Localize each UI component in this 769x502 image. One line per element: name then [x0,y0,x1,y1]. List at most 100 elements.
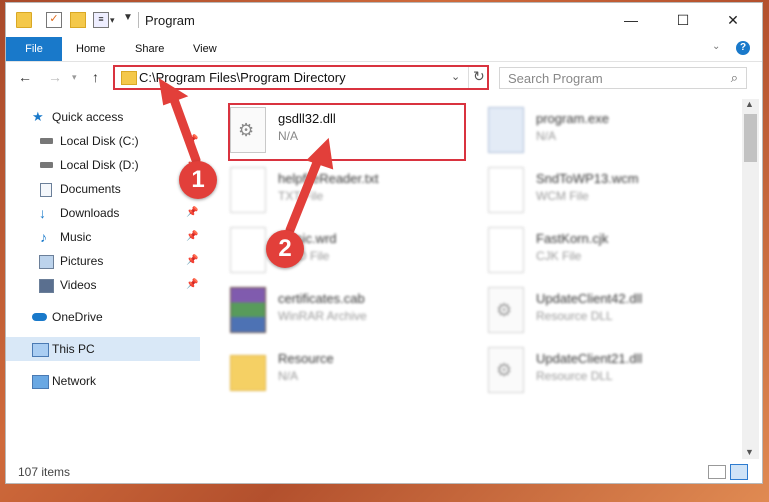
drive-icon [40,138,53,144]
file-name: SndToWP13.wcm [536,171,639,186]
up-arrow-icon[interactable]: ↑ [92,69,99,85]
large-icons-view-icon[interactable] [730,464,748,480]
file-item[interactable]: UpdateClient21.dll Resource DLL [488,345,728,397]
file-name: Resource [278,351,334,366]
customize-toolbar-icon[interactable]: ▼ [123,12,133,23]
file-type: N/A [536,129,557,143]
divider [138,12,139,28]
pin-icon[interactable]: 📌 [186,225,198,249]
search-placeholder: Search Program [508,71,603,86]
file-type: N/A [278,129,299,143]
search-icon[interactable]: ⌕ [731,70,738,86]
tab-file[interactable]: File [6,37,62,61]
vertical-scrollbar[interactable]: ▲ ▼ [742,99,759,459]
pictures-icon [39,255,54,269]
sidebar-item-pictures[interactable]: Pictures 📌 [6,249,200,273]
refresh-icon[interactable]: ↻ [473,68,485,85]
scroll-thumb[interactable] [744,114,757,162]
view-properties-icon[interactable]: ≡ [93,12,109,28]
documents-icon [40,183,52,197]
file-name: FastKorn.cjk [536,231,609,246]
details-view-icon[interactable] [708,465,726,479]
file-icon [488,227,524,273]
file-explorer-window: ✓ ≡ ▾ ▼ Program — ☐ ✕ File Home Share Vi… [5,2,763,484]
pin-icon[interactable]: 📌 [186,129,198,153]
dll-file-icon [230,107,266,153]
sidebar-item-quick-access[interactable]: ★ Quick access [6,105,200,129]
file-item[interactable]: Resource N/A [230,345,470,397]
sidebar-item-videos[interactable]: Videos 📌 [6,273,200,297]
sidebar-item-label: Documents [60,182,121,196]
dll-file-icon [488,287,524,333]
maximize-button[interactable]: ☐ [660,3,706,37]
minimize-button[interactable]: — [608,3,654,37]
pin-icon[interactable]: 📌 [186,201,198,225]
sidebar-item-network[interactable]: Network [6,369,200,393]
new-folder-icon[interactable] [70,12,86,28]
sidebar-item-local-disk-c[interactable]: Local Disk (C:) 📌 [6,129,200,153]
ribbon: File Home Share View ⌄ ? [6,37,762,62]
file-type: WinRAR Archive [278,309,367,323]
file-name: gsdll32.dll [278,111,336,126]
help-icon[interactable]: ? [736,41,750,55]
dll-file-icon [488,347,524,393]
file-item[interactable]: FastKorn.cjk CJK File [488,225,728,277]
address-bar[interactable]: C:\Program Files\Program Directory ⌄ ↻ [113,65,489,90]
tab-share[interactable]: Share [135,37,164,61]
file-list: gsdll32.dll N/A program.exe N/A helpfile… [206,99,741,459]
archive-icon [230,287,266,333]
search-input[interactable]: Search Program ⌕ [499,67,747,89]
folder-icon [121,71,137,85]
file-name: UpdateClient21.dll [536,351,643,366]
folder-icon[interactable] [16,12,32,28]
file-icon [488,167,524,213]
chevron-down-icon[interactable]: ⌄ [451,70,460,83]
file-item[interactable]: certificates.cab WinRAR Archive [230,285,470,337]
title-bar: ✓ ≡ ▾ ▼ Program — ☐ ✕ [6,3,762,37]
file-item[interactable]: program.exe N/A [488,105,728,157]
sidebar-item-this-pc[interactable]: This PC [6,337,200,361]
file-name: helpfileReader.txt [278,171,379,186]
forward-arrow-icon[interactable]: → [48,69,62,85]
star-icon: ★ [32,109,44,124]
recent-locations-icon[interactable]: ▾ [72,72,77,83]
sidebar-item-onedrive[interactable]: OneDrive [6,305,200,329]
sidebar-item-documents[interactable]: Documents 📌 [6,177,200,201]
file-icon [230,227,266,273]
chevron-down-icon[interactable]: ⌄ [712,41,720,52]
file-item[interactable]: SndToWP13.wcm WCM File [488,165,728,217]
file-item[interactable]: gsdll32.dll N/A [230,105,470,157]
videos-icon [39,279,54,293]
back-arrow-icon[interactable]: ← [18,69,32,85]
scroll-down-icon[interactable]: ▼ [745,447,754,457]
sidebar-item-label: Quick access [52,110,124,124]
tab-home[interactable]: Home [76,37,105,61]
sidebar-item-music[interactable]: ♪ Music 📌 [6,225,200,249]
sidebar-item-label: Network [52,374,97,388]
step-2-badge: 2 [266,230,304,268]
sidebar-item-label: Videos [60,278,97,292]
sidebar-item-downloads[interactable]: ↓ Downloads 📌 [6,201,200,225]
scroll-up-icon[interactable]: ▲ [745,99,754,109]
file-item[interactable]: UpdateClient42.dll Resource DLL [488,285,728,337]
file-type: TXT File [278,189,324,203]
sidebar-item-label: Downloads [60,206,120,220]
sidebar-item-label: This PC [52,342,95,356]
pin-icon[interactable]: 📌 [186,273,198,297]
file-item[interactable]: helpfileReader.txt TXT File [230,165,470,217]
close-button[interactable]: ✕ [710,3,756,37]
folder-icon [230,355,266,391]
pin-icon[interactable]: 📌 [186,249,198,273]
tab-view[interactable]: View [193,37,217,61]
file-type: WCM File [536,189,589,203]
chevron-down-icon[interactable]: ▾ [110,15,115,26]
navigation-pane: ★ Quick access Local Disk (C:) 📌 Local D… [6,99,206,457]
address-path[interactable]: C:\Program Files\Program Directory [139,70,346,85]
exe-file-icon [488,107,524,153]
properties-check-icon[interactable]: ✓ [46,12,62,28]
sidebar-item-local-disk-d[interactable]: Local Disk (D:) 📌 [6,153,200,177]
cloud-icon [32,313,47,321]
text-file-icon [230,167,266,213]
downloads-icon: ↓ [39,205,46,221]
navigation-bar: ← → ▾ ↑ C:\Program Files\Program Directo… [6,62,762,94]
